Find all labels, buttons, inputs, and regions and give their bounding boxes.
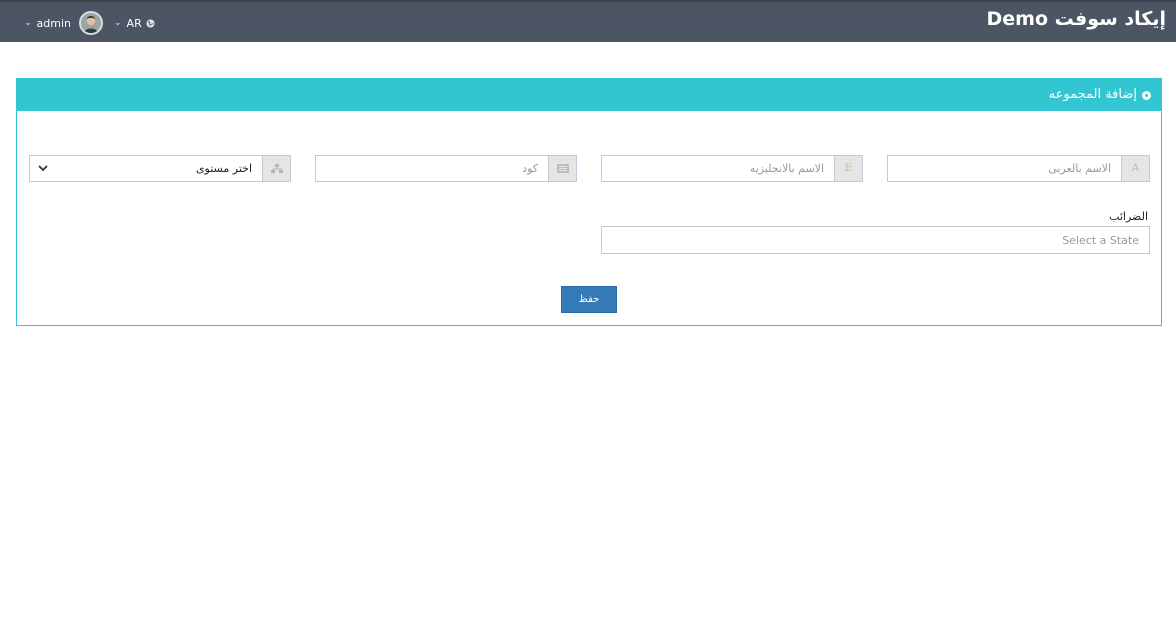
letter-e-icon: E [834,156,862,181]
arabic-name-group: A [887,155,1150,182]
panel-title-text: إضافة المجموعه [1048,87,1137,102]
code-group [315,155,577,182]
chevron-down-icon [38,162,48,175]
globe-icon [1142,90,1151,100]
brand-title[interactable]: إيكاد سوفت Demo [987,6,1166,32]
barcode-icon [548,156,576,181]
sitemap-icon [262,156,290,181]
taxes-label: الضرائب [1109,210,1148,223]
add-group-panel: إضافة المجموعه A E [16,78,1162,326]
chevron-down-icon: ⌄ [114,18,122,28]
save-button[interactable]: حفظ [561,286,617,313]
globe-icon [146,18,155,28]
english-name-input[interactable] [602,156,834,181]
taxes-select[interactable]: Select a State [601,226,1150,254]
taxes-placeholder: Select a State [1062,233,1139,247]
user-name: admin [36,16,72,30]
english-name-group: E [601,155,863,182]
level-select[interactable]: اختر مستوى [30,156,262,181]
level-select-value: اختر مستوى [195,162,252,175]
top-navbar: إيكاد سوفت Demo ⌄ admin ⌄ AR [0,0,1176,42]
level-group: اختر مستوى [29,155,291,182]
avatar [79,11,104,35]
user-menu[interactable]: ⌄ admin [24,10,104,36]
panel-header: إضافة المجموعه [17,79,1161,111]
chevron-down-icon: ⌄ [24,18,32,28]
arabic-name-input[interactable] [888,156,1121,181]
code-input[interactable] [316,156,548,181]
letter-a-icon: A [1121,156,1149,181]
language-menu[interactable]: ⌄ AR [114,10,155,36]
panel-title: إضافة المجموعه [1049,79,1151,111]
language-label: AR [126,16,142,30]
